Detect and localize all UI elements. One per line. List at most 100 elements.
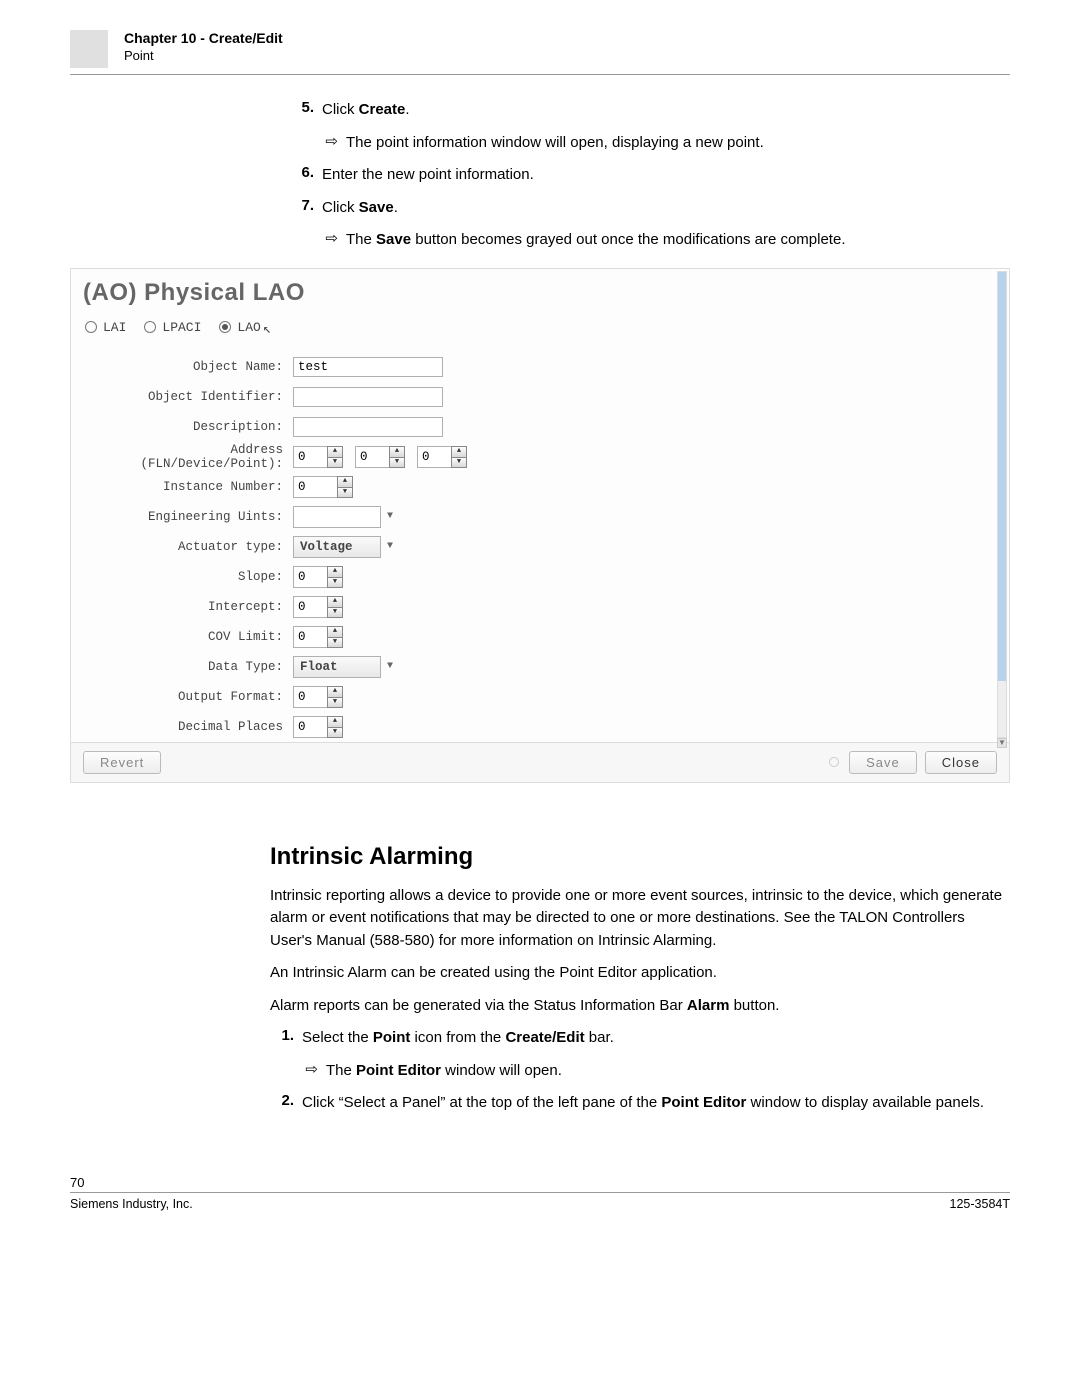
label-intercept: Intercept: — [83, 600, 293, 614]
radio-lao[interactable]: LAO ↖ — [219, 317, 271, 338]
label-decimals: Decimal Places — [83, 720, 293, 734]
point-form: Object Name: Object Identifier: Descript… — [83, 352, 1009, 742]
step-result: The Point Editor window will open. — [326, 1060, 1010, 1083]
step-up-icon[interactable]: ▲ — [327, 446, 343, 457]
slope-input[interactable] — [293, 566, 327, 588]
outfmt-stepper[interactable]: ▲▼ — [293, 686, 343, 708]
decimals-input[interactable] — [293, 716, 327, 738]
object-name-input[interactable] — [293, 357, 443, 377]
step-down-icon[interactable]: ▼ — [337, 487, 353, 498]
units-select[interactable]: ▼ — [293, 506, 399, 528]
address-fln-stepper[interactable]: ▲▼ — [293, 446, 343, 468]
step-down-icon[interactable]: ▼ — [327, 697, 343, 708]
cov-stepper[interactable]: ▲▼ — [293, 626, 343, 648]
step-down-icon[interactable]: ▼ — [327, 607, 343, 618]
step-text: Click “Select a Panel” at the top of the… — [302, 1092, 1010, 1115]
intercept-stepper[interactable]: ▲▼ — [293, 596, 343, 618]
save-button[interactable]: Save — [849, 751, 917, 774]
step-number: 1. — [270, 1027, 294, 1050]
t: window to display available panels. — [746, 1094, 984, 1111]
units-value — [293, 506, 381, 528]
revert-button[interactable]: Revert — [83, 751, 161, 774]
panel-title: (AO) Physical LAO — [83, 279, 1009, 307]
outfmt-input[interactable] — [293, 686, 327, 708]
scroll-down-icon[interactable]: ▼ — [997, 738, 1007, 748]
address-device-input[interactable] — [355, 446, 389, 468]
t: button becomes grayed out once the modif… — [411, 231, 845, 248]
object-id-input[interactable] — [293, 387, 443, 407]
step-down-icon[interactable]: ▼ — [451, 457, 467, 468]
point-editor-panel: ▼ (AO) Physical LAO LAI LPACI LAO ↖ — [70, 268, 1010, 783]
intercept-input[interactable] — [293, 596, 327, 618]
instance-input[interactable] — [293, 476, 337, 498]
header-logo-placeholder — [70, 30, 108, 68]
t: Alarm reports can be generated via the S… — [270, 997, 687, 1014]
label-slope: Slope: — [83, 570, 293, 584]
step-result: The Save button becomes grayed out once … — [346, 229, 1010, 252]
step-down-icon[interactable]: ▼ — [327, 637, 343, 648]
radio-lai[interactable]: LAI — [85, 320, 126, 335]
t: bar. — [585, 1029, 614, 1046]
decimals-stepper[interactable]: ▲▼ — [293, 716, 343, 738]
label-actuator: Actuator type: — [83, 540, 293, 554]
step-up-icon[interactable]: ▲ — [327, 626, 343, 637]
vertical-scrollbar[interactable] — [997, 271, 1007, 738]
step-up-icon[interactable]: ▲ — [327, 716, 343, 727]
step-number: 2. — [270, 1092, 294, 1115]
address-point-input[interactable] — [417, 446, 451, 468]
t: Save — [359, 199, 394, 216]
address-point-stepper[interactable]: ▲▼ — [417, 446, 467, 468]
t: . — [405, 101, 409, 118]
datatype-select[interactable]: Float ▼ — [293, 656, 399, 678]
page-header: Chapter 10 - Create/Edit Point — [70, 30, 1010, 75]
step-text: Click Create. — [322, 99, 1010, 122]
cursor-icon: ↖ — [263, 321, 271, 338]
t: Point Editor — [356, 1062, 441, 1079]
label-address: Address (FLN/Device/Point): — [83, 443, 293, 471]
radio-icon — [144, 321, 156, 333]
t: . — [394, 199, 398, 216]
step-down-icon[interactable]: ▼ — [327, 727, 343, 738]
t: Click — [322, 199, 359, 216]
description-input[interactable] — [293, 417, 443, 437]
address-device-stepper[interactable]: ▲▼ — [355, 446, 405, 468]
t: Click “Select a Panel” at the top of the… — [302, 1094, 661, 1111]
step-down-icon[interactable]: ▼ — [389, 457, 405, 468]
paragraph: Alarm reports can be generated via the S… — [270, 995, 1010, 1018]
step-up-icon[interactable]: ▲ — [327, 686, 343, 697]
page-footer: 70 Siemens Industry, Inc. 125-3584T — [70, 1175, 1010, 1211]
address-fln-input[interactable] — [293, 446, 327, 468]
close-button[interactable]: Close — [925, 751, 997, 774]
cov-input[interactable] — [293, 626, 327, 648]
actuator-select[interactable]: Voltage ▼ — [293, 536, 399, 558]
step-up-icon[interactable]: ▲ — [327, 596, 343, 607]
step-number: 6. — [290, 164, 314, 187]
step-down-icon[interactable]: ▼ — [327, 577, 343, 588]
label-datatype: Data Type: — [83, 660, 293, 674]
radio-icon — [219, 321, 231, 333]
step-up-icon[interactable]: ▲ — [451, 446, 467, 457]
instance-stepper[interactable]: ▲▼ — [293, 476, 353, 498]
step-down-icon[interactable]: ▼ — [327, 457, 343, 468]
t: Create/Edit — [505, 1029, 584, 1046]
result-arrow-icon: ⇨ — [314, 229, 338, 252]
radio-lpaci[interactable]: LPACI — [144, 320, 201, 335]
scrollbar-thumb[interactable] — [998, 272, 1006, 681]
t: window will open. — [441, 1062, 562, 1079]
paragraph: An Intrinsic Alarm can be created using … — [270, 962, 1010, 985]
step-up-icon[interactable]: ▲ — [337, 476, 353, 487]
page-number: 70 — [70, 1175, 1010, 1190]
label-cov: COV Limit: — [83, 630, 293, 644]
label-instance: Instance Number: — [83, 480, 293, 494]
step-up-icon[interactable]: ▲ — [389, 446, 405, 457]
chapter-subtitle: Point — [124, 48, 283, 63]
step-number: 7. — [290, 197, 314, 220]
step-text: Click Save. — [322, 197, 1010, 220]
datatype-value: Float — [293, 656, 381, 678]
slope-stepper[interactable]: ▲▼ — [293, 566, 343, 588]
t: button. — [729, 997, 779, 1014]
chevron-down-icon: ▼ — [381, 536, 399, 558]
step-up-icon[interactable]: ▲ — [327, 566, 343, 577]
label-object-id: Object Identifier: — [83, 390, 293, 404]
step-text: Select the Point icon from the Create/Ed… — [302, 1027, 1010, 1050]
